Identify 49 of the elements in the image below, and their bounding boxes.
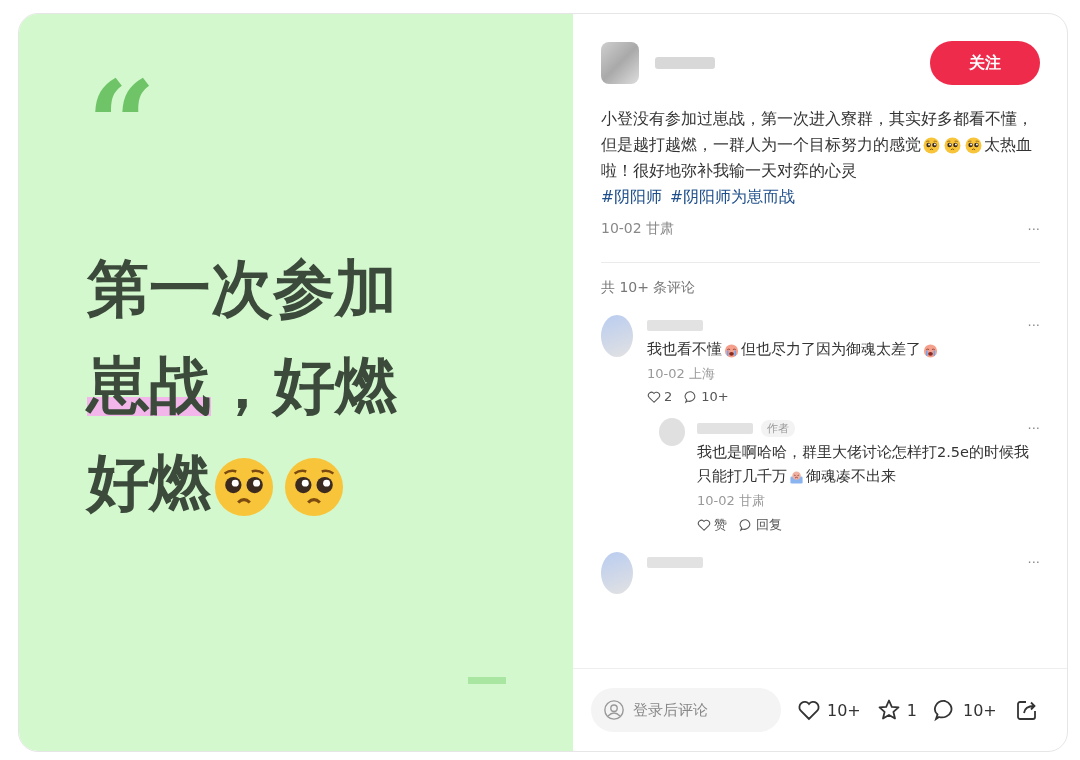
pleading-face-icon xyxy=(923,137,940,154)
comment-text: 我也看不懂 但也尽力了因为御魂太差了 xyxy=(647,337,1040,361)
share-icon xyxy=(1015,698,1039,722)
follow-button[interactable]: 关注 xyxy=(930,41,1040,85)
username-blurred xyxy=(647,319,703,331)
favorite-button[interactable]: 1 xyxy=(876,698,917,722)
pleading-face-icon xyxy=(965,137,982,154)
headline-text: 第一次参加 崽战，好燃好燃 xyxy=(87,251,398,521)
sad-face-icon xyxy=(789,469,804,485)
author-badge: 作者 xyxy=(761,419,795,437)
reply-button[interactable]: 回复 xyxy=(739,516,782,534)
comment-text: 我也是啊哈哈，群里大佬讨论怎样打2.5e的时候我只能打几千万 御魂凑不出来 xyxy=(697,443,1030,487)
page-indicator xyxy=(468,677,506,684)
avatar xyxy=(659,418,685,446)
comment-date-location: 10-02 甘肃 xyxy=(697,492,766,510)
share-button[interactable] xyxy=(1015,698,1039,722)
comment-button[interactable]: 10+ xyxy=(932,698,997,722)
more-button[interactable]: ··· xyxy=(1027,317,1040,333)
comment-date-location: 10-02 上海 xyxy=(647,365,716,383)
more-button[interactable]: ··· xyxy=(1027,554,1040,570)
like-button[interactable]: 赞 xyxy=(697,516,727,534)
crying-face-icon xyxy=(724,342,739,358)
avatar xyxy=(601,315,633,357)
reply-button[interactable]: 10+ xyxy=(684,389,729,404)
comment-input-field[interactable]: 登录后评论 xyxy=(591,688,781,732)
star-icon xyxy=(876,698,901,722)
avatar xyxy=(601,42,639,84)
pleading-face-icon xyxy=(213,455,275,518)
heart-icon xyxy=(697,518,711,532)
speech-bubble-icon xyxy=(739,518,753,532)
more-button[interactable]: ··· xyxy=(1027,221,1040,237)
quote-mark: “ xyxy=(87,70,158,180)
like-button[interactable]: 2 xyxy=(647,389,673,404)
post-date-location: 10-02 甘肃 xyxy=(601,220,675,238)
heart-icon xyxy=(797,698,821,722)
comment-count: 共 10+ 条评论 xyxy=(601,279,697,297)
pleading-face-icon xyxy=(283,455,345,518)
username-blurred xyxy=(647,556,703,568)
hashtag-link[interactable]: #阴阳师 xyxy=(601,184,662,210)
like-button[interactable]: 10+ xyxy=(797,698,861,722)
username-blurred xyxy=(655,57,715,69)
post-text: 小登没有参加过崽战，第一次进入寮群，其实好多都看不懂，但是越打越燃，一群人为一个目标努力的感觉 太热血啦！很好地弥补我输一天对弈的心灵 xyxy=(601,109,1034,182)
avatar xyxy=(601,552,633,594)
hashtag-link[interactable]: #阴阳师为崽而战 xyxy=(670,184,795,210)
username-blurred xyxy=(697,422,753,434)
crying-face-icon xyxy=(923,342,938,358)
more-button[interactable]: ··· xyxy=(1027,420,1040,436)
pleading-face-icon xyxy=(944,137,961,154)
heart-icon xyxy=(647,389,661,404)
